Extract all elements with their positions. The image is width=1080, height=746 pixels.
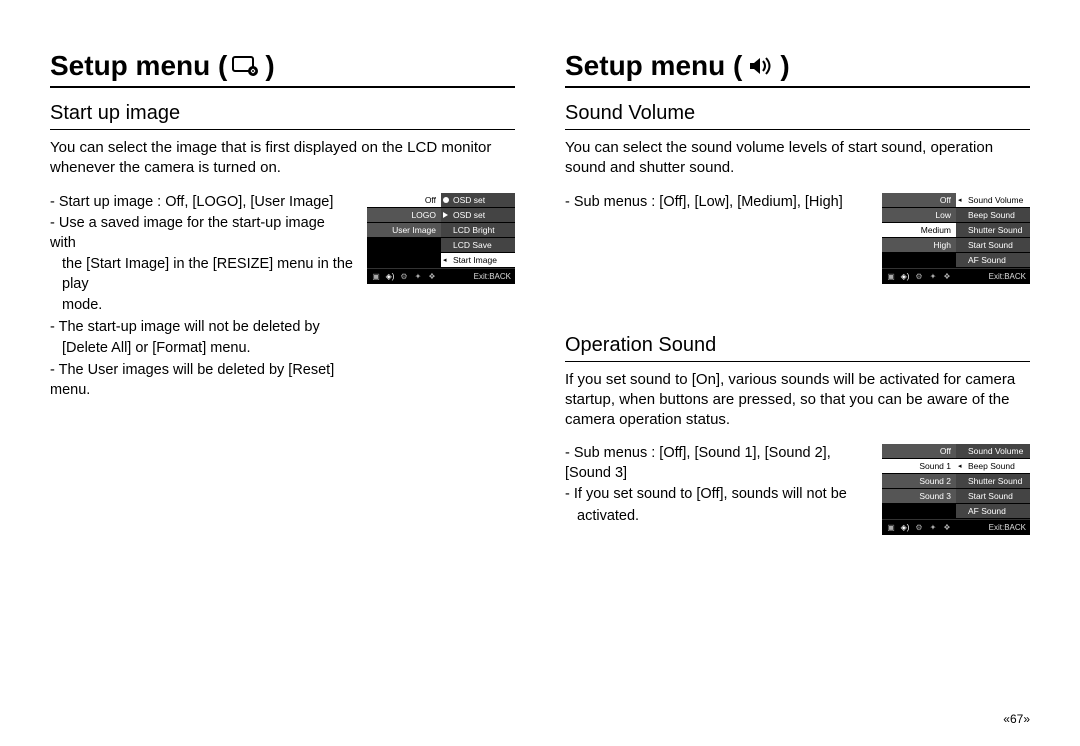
sound-volume-bullets: - Sub menus : [Off], [Low], [Medium], [H… <box>565 193 868 215</box>
lcd-menu-item: AF Sound <box>956 504 1030 519</box>
bullet: - If you set sound to [Off], sounds will… <box>565 485 868 505</box>
left-header-row: Setup menu ( ) <box>50 50 515 88</box>
lcd-menu-item: OSD set <box>441 193 515 208</box>
lcd-sound-volume: OffLowMediumHigh◂Sound VolumeBeep SoundS… <box>882 193 1030 284</box>
bullet-cont: the [Start Image] in the [RESIZE] menu i… <box>50 255 353 294</box>
lcd-menu-item: OSD set <box>441 208 515 223</box>
lcd-menu-item: Beep Sound <box>956 208 1030 223</box>
left-column: Setup menu ( ) Start up image You can se… <box>50 50 515 585</box>
bullet: - Sub menus : [Off], [Low], [Medium], [H… <box>565 193 868 213</box>
lcd-footer-hint: Exit:BACK <box>989 272 1026 281</box>
operation-sound-bullets: - Sub menus : [Off], [Sound 1], [Sound 2… <box>565 444 868 528</box>
operation-sound-title-row: Operation Sound <box>565 334 1030 362</box>
lcd-menu-item: Start Sound <box>956 489 1030 504</box>
operation-sound-body: If you set sound to [On], various sounds… <box>565 370 1030 431</box>
bullet-cont: mode. <box>50 296 353 316</box>
bullet: - Sub menus : [Off], [Sound 1], [Sound 2… <box>565 444 868 483</box>
lcd-option <box>882 504 956 519</box>
lcd-menu-item: ◂Beep Sound <box>956 459 1030 474</box>
lcd-menu-item: Shutter Sound <box>956 474 1030 489</box>
footer-tab-icon: ▣ <box>371 271 381 281</box>
lcd-option <box>882 253 956 268</box>
startup-body: You can select the image that is first d… <box>50 138 515 179</box>
footer-tab-icon: ▣ <box>886 271 896 281</box>
lcd-menu-item: Shutter Sound <box>956 223 1030 238</box>
page-number: «67» <box>1003 712 1030 726</box>
lcd-option: Medium <box>882 223 956 238</box>
right-header-suffix: ) <box>780 50 789 82</box>
lcd-option: Off <box>882 444 956 459</box>
lcd-footer-hint: Exit:BACK <box>474 272 511 281</box>
bullet-cont: [Delete All] or [Format] menu. <box>50 339 353 359</box>
footer-tab-icon: ✦ <box>928 271 938 281</box>
lcd-menu-item: ◂Start Image <box>441 253 515 268</box>
startup-content: - Start up image : Off, [LOGO], [User Im… <box>50 193 515 403</box>
startup-title: Start up image <box>50 102 515 125</box>
bullet: - The start-up image will not be deleted… <box>50 318 353 338</box>
sound-volume-section: Sound Volume You can select the sound vo… <box>565 102 1030 284</box>
lcd-option: Off <box>882 193 956 208</box>
footer-tab-icon: ◈) <box>900 523 910 533</box>
startup-bullets: - Start up image : Off, [LOGO], [User Im… <box>50 193 353 403</box>
lcd-option <box>367 238 441 253</box>
right-header-row: Setup menu ( ) <box>565 50 1030 88</box>
startup-image-section: Start up image You can select the image … <box>50 102 515 402</box>
startup-title-row: Start up image <box>50 102 515 130</box>
lcd-option: User Image <box>367 223 441 238</box>
bullet-cont: activated. <box>565 507 868 527</box>
lcd-menu-item: ◂Sound Volume <box>956 193 1030 208</box>
operation-sound-content: - Sub menus : [Off], [Sound 1], [Sound 2… <box>565 444 1030 535</box>
display-icon <box>231 55 261 77</box>
left-header-suffix: ) <box>265 50 274 82</box>
footer-tab-icon: ✦ <box>928 523 938 533</box>
speaker-icon <box>746 55 776 77</box>
footer-tab-icon: ❖ <box>942 271 952 281</box>
lcd-footer: ▣ ◈) ⚙ ✦ ❖ Exit:BACK <box>882 268 1030 284</box>
footer-tab-icon: ▣ <box>886 523 896 533</box>
footer-tab-icon: ⚙ <box>399 271 409 281</box>
sound-volume-content: - Sub menus : [Off], [Low], [Medium], [H… <box>565 193 1030 284</box>
right-header-prefix: Setup menu ( <box>565 50 742 82</box>
lcd-option: Sound 2 <box>882 474 956 489</box>
footer-tab-icon: ◈) <box>385 271 395 281</box>
footer-tab-icon: ◈) <box>900 271 910 281</box>
bullet: - Use a saved image for the start-up ima… <box>50 214 353 253</box>
page-columns: Setup menu ( ) Start up image You can se… <box>50 50 1030 585</box>
lcd-menu-item: LCD Save <box>441 238 515 253</box>
sound-volume-title: Sound Volume <box>565 102 1030 125</box>
footer-tab-icon: ❖ <box>942 523 952 533</box>
lcd-menu-item: Sound Volume <box>956 444 1030 459</box>
sound-volume-body: You can select the sound volume levels o… <box>565 138 1030 179</box>
lcd-menu-item: Start Sound <box>956 238 1030 253</box>
operation-sound-title: Operation Sound <box>565 334 1030 357</box>
lcd-startup: OffLOGOUser ImageOSD setOSD setLCD Brigh… <box>367 193 515 284</box>
bullet: - Start up image : Off, [LOGO], [User Im… <box>50 193 353 213</box>
lcd-option <box>367 253 441 268</box>
operation-sound-section: Operation Sound If you set sound to [On]… <box>565 334 1030 536</box>
footer-tab-icon: ⚙ <box>914 523 924 533</box>
lcd-operation-sound: OffSound 1Sound 2Sound 3 Sound Volume◂Bee… <box>882 444 1030 535</box>
sound-volume-title-row: Sound Volume <box>565 102 1030 130</box>
lcd-option: LOGO <box>367 208 441 223</box>
footer-tab-icon: ⚙ <box>914 271 924 281</box>
lcd-footer: ▣ ◈) ⚙ ✦ ❖ Exit:BACK <box>367 268 515 284</box>
lcd-option: Sound 1 <box>882 459 956 474</box>
lcd-option: Sound 3 <box>882 489 956 504</box>
lcd-menu-item: LCD Bright <box>441 223 515 238</box>
left-header-prefix: Setup menu ( <box>50 50 227 82</box>
lcd-menu-item: AF Sound <box>956 253 1030 268</box>
lcd-footer-hint: Exit:BACK <box>989 523 1026 532</box>
right-column: Setup menu ( ) Sound Volume You can sele… <box>565 50 1030 585</box>
lcd-option: Off <box>367 193 441 208</box>
lcd-footer: ▣ ◈) ⚙ ✦ ❖ Exit:BACK <box>882 519 1030 535</box>
lcd-option: High <box>882 238 956 253</box>
footer-tab-icon: ✦ <box>413 271 423 281</box>
footer-tab-icon: ❖ <box>427 271 437 281</box>
bullet: - The User images will be deleted by [Re… <box>50 361 353 400</box>
lcd-option: Low <box>882 208 956 223</box>
